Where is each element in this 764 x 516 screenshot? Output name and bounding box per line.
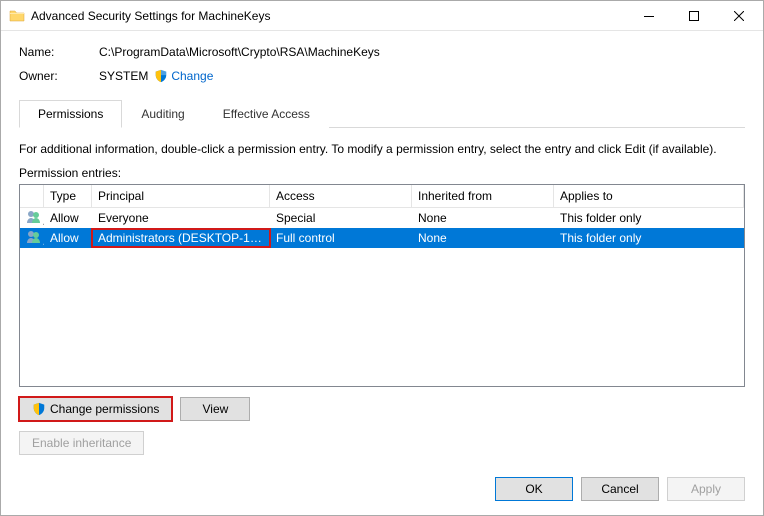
cancel-button[interactable]: Cancel bbox=[581, 477, 659, 501]
owner-value: SYSTEM Change bbox=[99, 69, 213, 83]
change-link-text: Change bbox=[171, 69, 213, 83]
button-label: Cancel bbox=[601, 482, 638, 496]
maximize-button[interactable] bbox=[671, 1, 716, 30]
col-access[interactable]: Access bbox=[270, 185, 412, 207]
owner-label: Owner: bbox=[19, 69, 99, 83]
owner-text: SYSTEM bbox=[99, 69, 148, 83]
name-row: Name: C:\ProgramData\Microsoft\Crypto\RS… bbox=[19, 45, 745, 59]
cell-principal: Everyone bbox=[92, 209, 270, 227]
cell-type: Allow bbox=[44, 229, 92, 247]
info-text: For additional information, double-click… bbox=[19, 142, 745, 156]
button-label: OK bbox=[525, 482, 542, 496]
cell-applies: This folder only bbox=[554, 209, 744, 227]
change-owner-link[interactable]: Change bbox=[154, 69, 213, 83]
col-principal[interactable]: Principal bbox=[92, 185, 270, 207]
tab-strip: Permissions Auditing Effective Access bbox=[19, 99, 745, 128]
cell-applies: This folder only bbox=[554, 229, 744, 247]
button-label: Enable inheritance bbox=[32, 436, 131, 450]
folder-icon bbox=[9, 8, 25, 24]
inheritance-button-row: Enable inheritance bbox=[19, 431, 745, 455]
view-button[interactable]: View bbox=[180, 397, 250, 421]
col-applies[interactable]: Applies to bbox=[554, 185, 744, 207]
permission-entries-label: Permission entries: bbox=[19, 166, 745, 180]
cell-inherited: None bbox=[412, 209, 554, 227]
user-group-icon bbox=[20, 227, 44, 250]
cell-access: Special bbox=[270, 209, 412, 227]
tab-effective-access[interactable]: Effective Access bbox=[204, 100, 329, 128]
button-label: Change permissions bbox=[50, 402, 159, 416]
shield-icon bbox=[32, 402, 46, 416]
table-row[interactable]: Allow Everyone Special None This folder … bbox=[20, 208, 744, 228]
cell-access: Full control bbox=[270, 229, 412, 247]
ok-button[interactable]: OK bbox=[495, 477, 573, 501]
apply-button: Apply bbox=[667, 477, 745, 501]
enable-inheritance-button: Enable inheritance bbox=[19, 431, 144, 455]
change-permissions-button[interactable]: Change permissions bbox=[19, 397, 172, 421]
tab-permissions[interactable]: Permissions bbox=[19, 100, 122, 128]
window-controls bbox=[626, 1, 761, 30]
action-button-row: Change permissions View bbox=[19, 397, 745, 421]
col-type[interactable]: Type bbox=[44, 185, 92, 207]
button-label: Apply bbox=[691, 482, 721, 496]
col-icon[interactable] bbox=[20, 185, 44, 207]
advanced-security-window: Advanced Security Settings for MachineKe… bbox=[0, 0, 764, 516]
button-label: View bbox=[202, 402, 228, 416]
shield-icon bbox=[154, 69, 168, 83]
dialog-footer: OK Cancel Apply bbox=[1, 467, 763, 515]
close-button[interactable] bbox=[716, 1, 761, 30]
tab-auditing[interactable]: Auditing bbox=[122, 100, 203, 128]
window-title: Advanced Security Settings for MachineKe… bbox=[31, 9, 626, 23]
titlebar[interactable]: Advanced Security Settings for MachineKe… bbox=[1, 1, 763, 31]
table-row[interactable]: Allow Administrators (DESKTOP-1M... Full… bbox=[20, 228, 744, 248]
name-value: C:\ProgramData\Microsoft\Crypto\RSA\Mach… bbox=[99, 45, 380, 59]
cell-inherited: None bbox=[412, 229, 554, 247]
col-inherited[interactable]: Inherited from bbox=[412, 185, 554, 207]
grid-header: Type Principal Access Inherited from App… bbox=[20, 185, 744, 208]
content-area: Name: C:\ProgramData\Microsoft\Crypto\RS… bbox=[1, 31, 763, 467]
permission-entries-grid: Type Principal Access Inherited from App… bbox=[19, 184, 745, 387]
owner-row: Owner: SYSTEM Change bbox=[19, 69, 745, 83]
name-label: Name: bbox=[19, 45, 99, 59]
cell-type: Allow bbox=[44, 209, 92, 227]
cell-principal: Administrators (DESKTOP-1M... bbox=[92, 229, 270, 247]
minimize-button[interactable] bbox=[626, 1, 671, 30]
grid-body: Allow Everyone Special None This folder … bbox=[20, 208, 744, 386]
